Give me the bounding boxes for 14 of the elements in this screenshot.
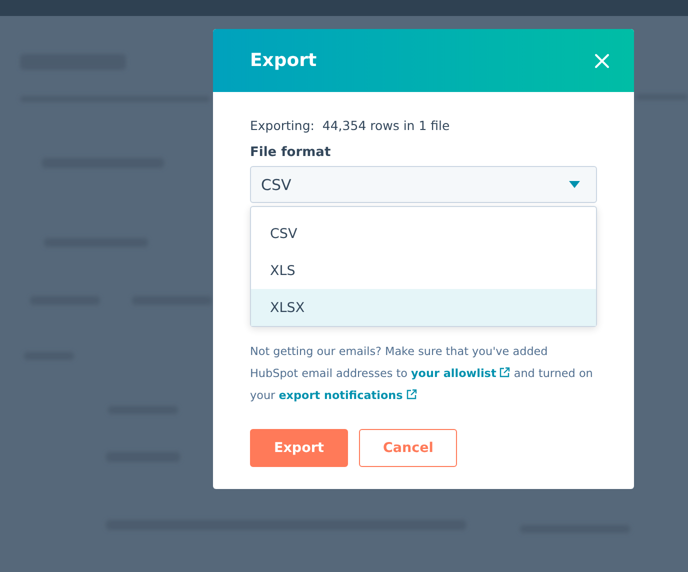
caret-icon bbox=[569, 181, 580, 188]
dialog-title: Export bbox=[250, 50, 317, 71]
export-summary: Exporting: 44,354 rows in 1 file bbox=[250, 118, 451, 133]
close-icon[interactable] bbox=[594, 52, 610, 68]
help-link[interactable]: export notifications bbox=[278, 389, 417, 402]
external-link-icon bbox=[406, 389, 417, 400]
field-label: File format bbox=[250, 145, 332, 160]
notice-text: Not getting our emails? Make sure that you've added HubSpot email addresses to your allowlist and turned on your export notifications bbox=[250, 344, 594, 404]
format-select[interactable]: CSV bbox=[250, 166, 597, 203]
format-option[interactable]: CSV bbox=[251, 215, 596, 252]
format-option[interactable]: XLSX bbox=[251, 289, 596, 326]
format-option[interactable]: XLS bbox=[251, 252, 596, 289]
external-link-icon bbox=[499, 367, 510, 378]
help-link[interactable]: your allowlist bbox=[411, 367, 510, 380]
